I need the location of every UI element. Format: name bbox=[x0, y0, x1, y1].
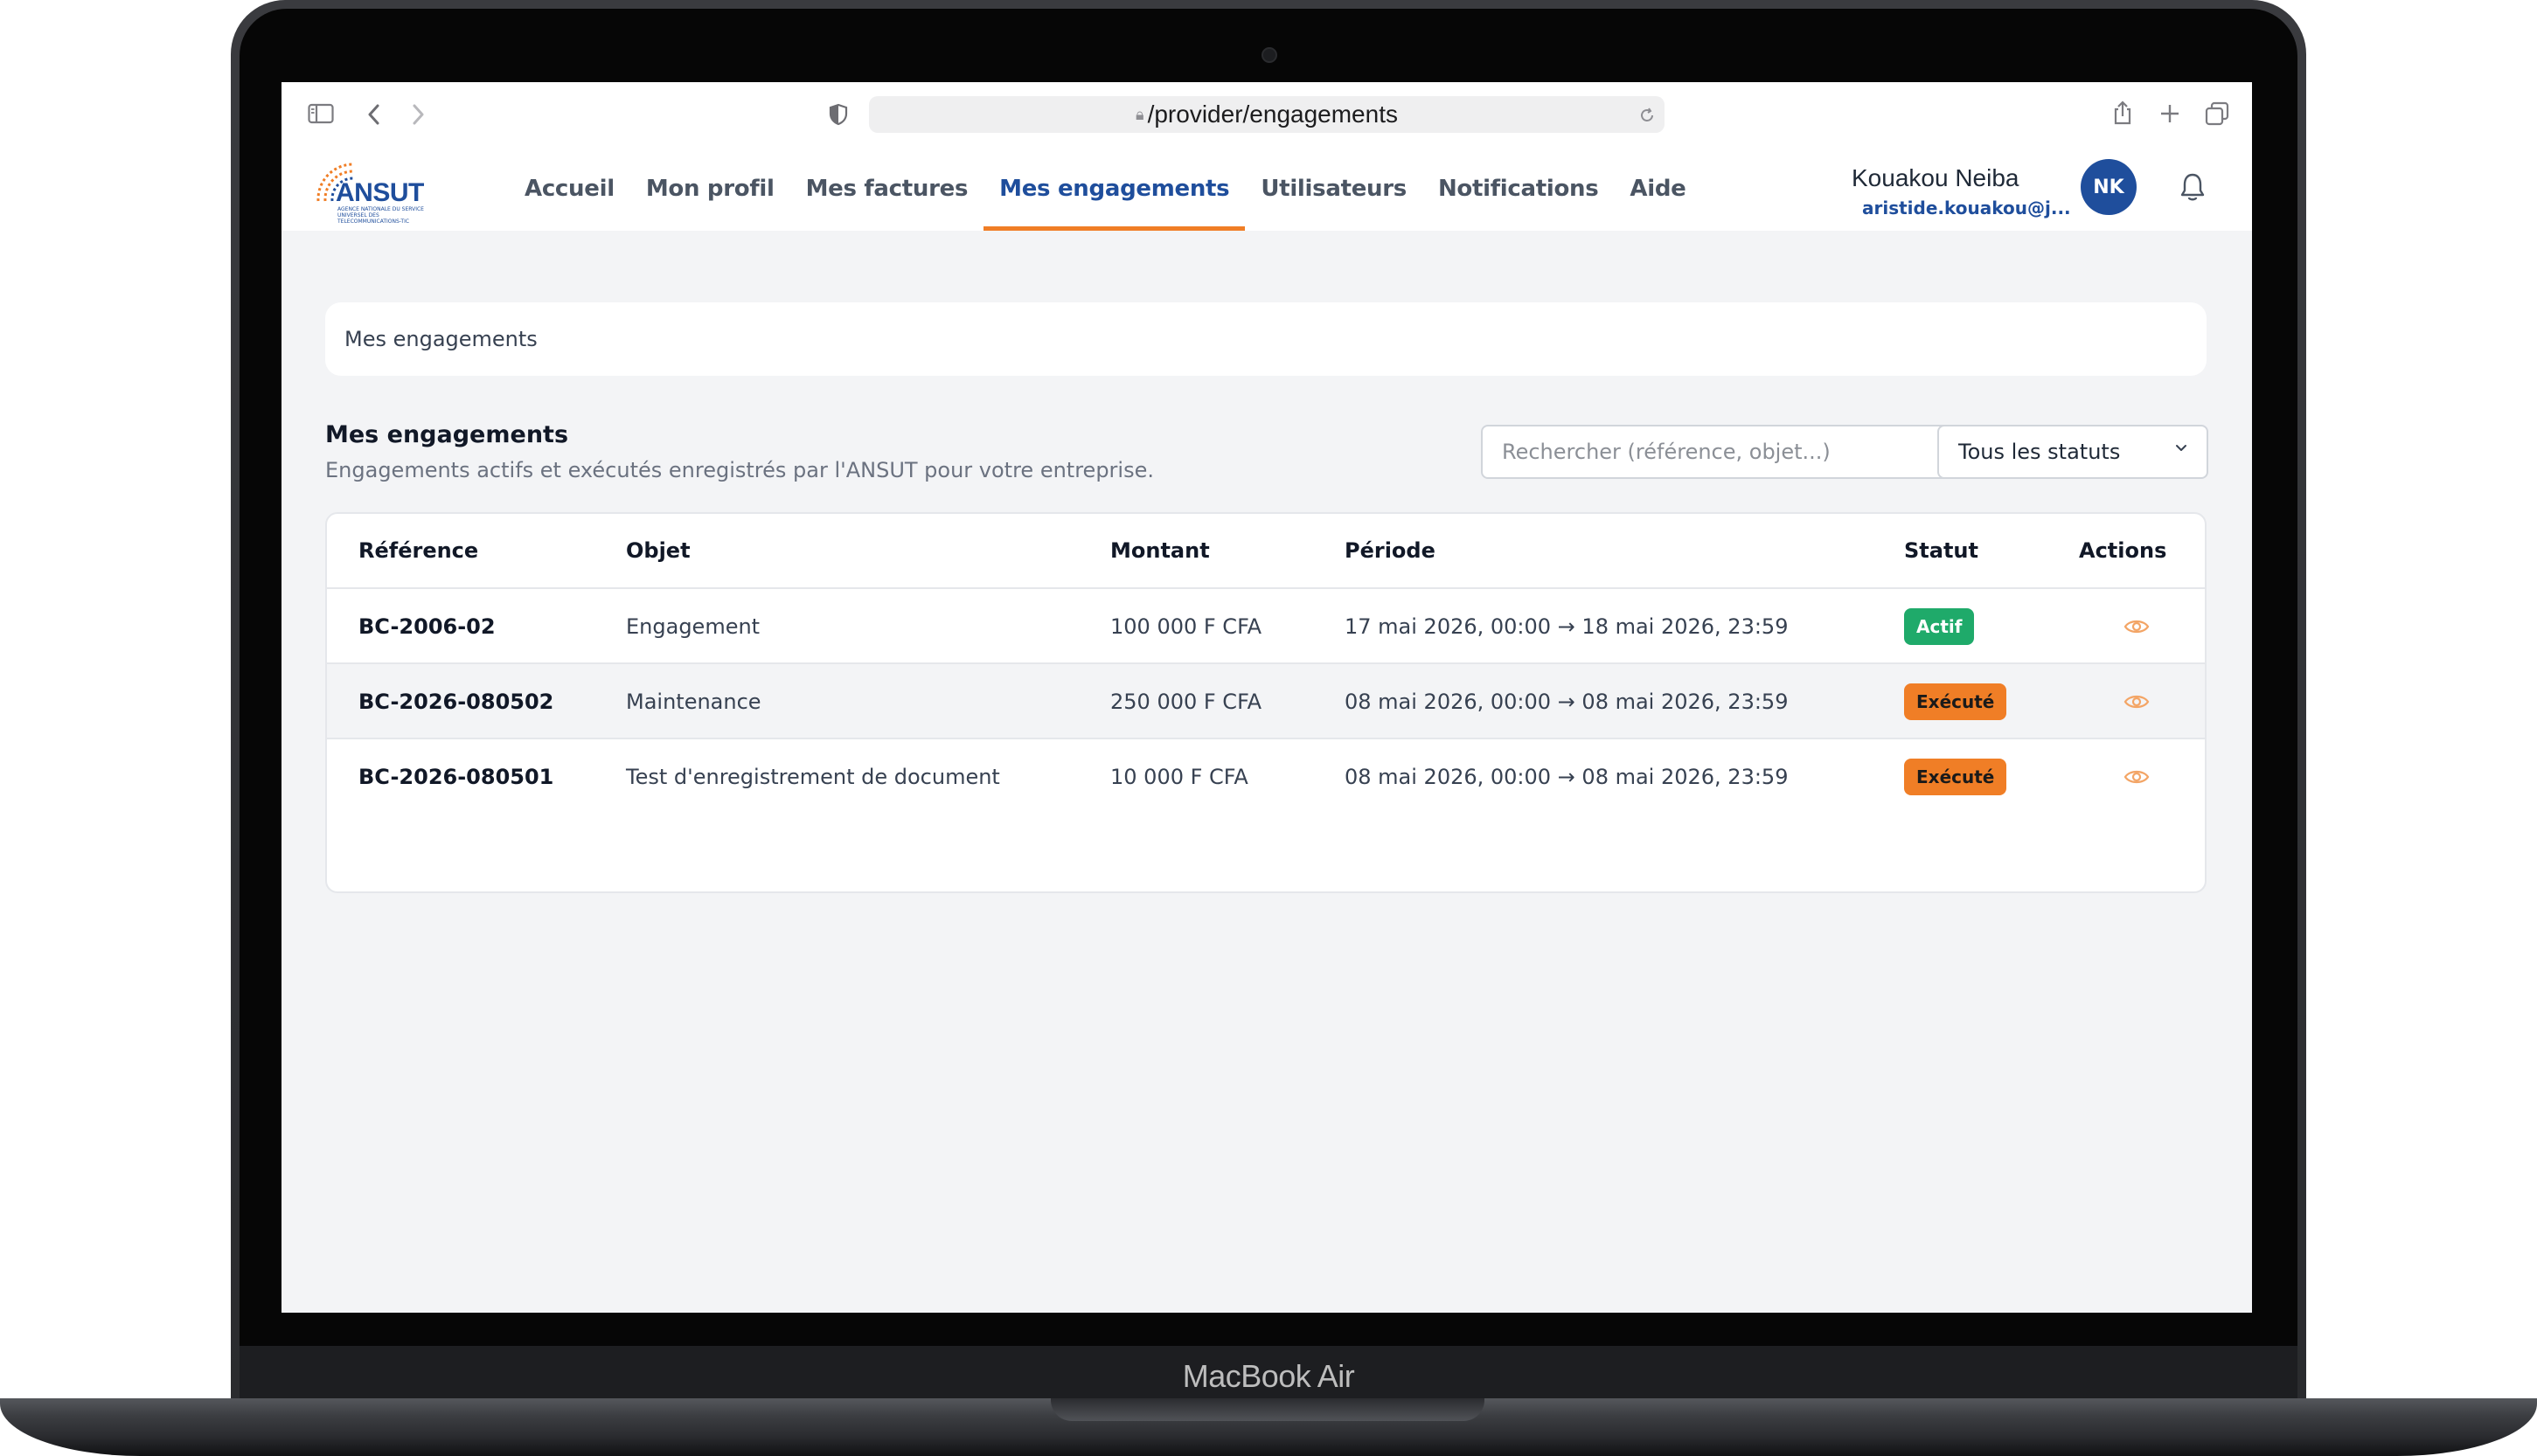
table-row[interactable]: BC-2006-02 Engagement 100 000 F CFA 17 m… bbox=[327, 589, 2205, 664]
user-name: Kouakou Neiba bbox=[1852, 164, 2019, 191]
column-header-statut[interactable]: Statut bbox=[1904, 514, 1978, 587]
reload-icon[interactable] bbox=[1638, 107, 1656, 124]
cell-reference: BC-2006-02 bbox=[358, 614, 496, 639]
camera-icon bbox=[1262, 47, 1277, 63]
column-header-montant[interactable]: Montant bbox=[1110, 514, 1210, 587]
cell-montant: 100 000 F CFA bbox=[1110, 614, 1262, 639]
status-badge: Exécuté bbox=[1904, 759, 2007, 795]
column-header-reference[interactable]: Référence bbox=[358, 514, 478, 587]
forward-icon[interactable] bbox=[409, 103, 427, 126]
nav-item-utilisateurs[interactable]: Utilisateurs bbox=[1245, 147, 1422, 231]
bell-icon[interactable] bbox=[2177, 170, 2208, 205]
column-header-periode[interactable]: Période bbox=[1345, 514, 1435, 587]
column-header-objet[interactable]: Objet bbox=[626, 514, 691, 587]
tabs-overview-icon[interactable] bbox=[2205, 101, 2229, 126]
page-title: Mes engagements bbox=[325, 421, 569, 448]
lock-icon: 🔒︎ bbox=[1136, 105, 1144, 123]
table-row[interactable]: BC-2026-080502 Maintenance 250 000 F CFA… bbox=[327, 664, 2205, 739]
cell-periode: 17 mai 2026, 00:00 → 18 mai 2026, 23:59 bbox=[1345, 614, 1789, 639]
nav-item-mon-profil[interactable]: Mon profil bbox=[630, 147, 790, 231]
back-icon[interactable] bbox=[365, 103, 383, 126]
column-header-actions: Actions bbox=[2079, 538, 2167, 563]
view-eye-icon[interactable] bbox=[2123, 765, 2151, 789]
app-header: ANSUT AGENCE NATIONALE DU SERVICE UNIVER… bbox=[282, 147, 2252, 231]
status-filter-select[interactable]: Tous les statuts bbox=[1937, 425, 2208, 479]
cell-reference: BC-2026-080502 bbox=[358, 690, 554, 714]
nav-item-aide[interactable]: Aide bbox=[1614, 147, 1701, 231]
nav-item-accueil[interactable]: Accueil bbox=[509, 147, 630, 231]
user-email: aristide.kouakou@j... bbox=[1862, 198, 2071, 218]
url-text: /provider/engagements bbox=[1147, 101, 1398, 128]
cell-objet: Maintenance bbox=[626, 690, 761, 714]
table-row[interactable]: BC-2026-080501 Test d'enregistrement de … bbox=[327, 739, 2205, 815]
nav-item-notifications[interactable]: Notifications bbox=[1422, 147, 1614, 231]
chevron-down-icon bbox=[2176, 445, 2186, 451]
main-nav: Accueil Mon profil Mes factures Mes enga… bbox=[509, 147, 1701, 231]
view-eye-icon[interactable] bbox=[2123, 690, 2151, 714]
logo-tagline: AGENCE NATIONALE DU SERVICE UNIVERSEL DE… bbox=[337, 206, 424, 225]
sidebar-icon[interactable] bbox=[308, 103, 334, 124]
page-subtitle: Engagements actifs et exécutés enregistr… bbox=[325, 458, 1154, 482]
breadcrumb: Mes engagements bbox=[325, 302, 2207, 376]
cell-reference: BC-2026-080501 bbox=[358, 765, 554, 789]
breadcrumb-label: Mes engagements bbox=[344, 327, 538, 351]
cell-objet: Engagement bbox=[626, 614, 761, 639]
status-badge: Exécuté bbox=[1904, 683, 2007, 720]
shield-icon[interactable] bbox=[829, 103, 848, 126]
search-input[interactable] bbox=[1481, 425, 1967, 479]
nav-item-mes-engagements[interactable]: Mes engagements bbox=[984, 147, 1246, 231]
cell-objet: Test d'enregistrement de document bbox=[626, 765, 1000, 789]
share-icon[interactable] bbox=[2112, 100, 2133, 126]
cell-montant: 10 000 F CFA bbox=[1110, 765, 1248, 789]
view-eye-icon[interactable] bbox=[2123, 614, 2151, 639]
screen: 🔒︎ /provider/engagements ANSUT AGENCE NA… bbox=[282, 82, 2252, 1313]
browser-toolbar: 🔒︎ /provider/engagements bbox=[282, 82, 2252, 147]
address-bar[interactable]: 🔒︎ /provider/engagements bbox=[869, 96, 1665, 133]
status-badge: Actif bbox=[1904, 608, 1975, 645]
status-filter-value: Tous les statuts bbox=[1958, 440, 2121, 464]
avatar[interactable]: NK bbox=[2081, 159, 2137, 215]
ansut-logo[interactable]: ANSUT AGENCE NATIONALE DU SERVICE UNIVER… bbox=[311, 157, 442, 225]
table-header: Référence Objet Montant Période Statut A… bbox=[327, 514, 2205, 589]
cell-periode: 08 mai 2026, 00:00 → 08 mai 2026, 23:59 bbox=[1345, 690, 1789, 714]
laptop-notch bbox=[1051, 1398, 1484, 1421]
new-tab-icon[interactable] bbox=[2159, 103, 2180, 124]
logo-text: ANSUT bbox=[336, 178, 424, 207]
cell-periode: 08 mai 2026, 00:00 → 08 mai 2026, 23:59 bbox=[1345, 765, 1789, 789]
cell-montant: 250 000 F CFA bbox=[1110, 690, 1262, 714]
nav-item-mes-factures[interactable]: Mes factures bbox=[790, 147, 984, 231]
engagements-table: Référence Objet Montant Période Statut A… bbox=[325, 512, 2207, 893]
